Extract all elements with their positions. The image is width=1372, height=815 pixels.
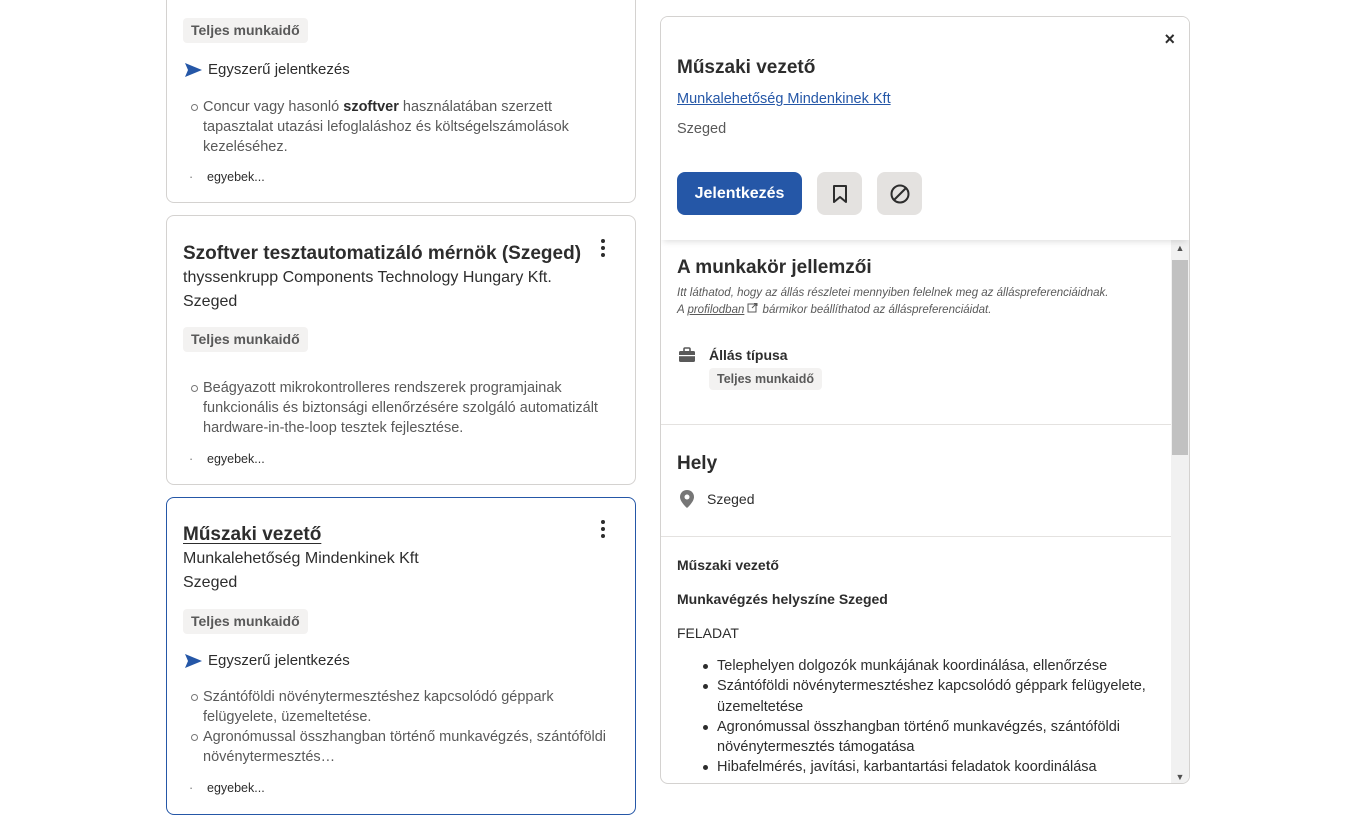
description-list: Telephelyen dolgozók munkájának koordiná… [701,656,1161,778]
snippet-item: Szántóföldi növénytermesztéshez kapcsoló… [191,687,613,727]
preferences-note: Itt láthatod, hogy az állás részletei me… [677,287,1109,316]
job-type-tag: Teljes munkaidő [709,368,823,390]
close-icon[interactable]: × [1164,29,1175,50]
scroll-up-icon[interactable]: ▲ [1171,240,1189,256]
job-snippet: Szántóföldi növénytermesztéshez kapcsoló… [191,687,613,767]
job-snippet: Concur vagy hasonló szoftver használatáb… [191,97,613,157]
description-workplace: Munkavégzés helyszíne Szeged [677,591,888,607]
easy-apply: Egyszerű jelentkezés [185,61,350,78]
scroll-thumb[interactable] [1172,260,1188,455]
job-type-tag: Teljes munkaidő [183,18,308,43]
detail-location: Szeged [677,121,727,137]
snippet-item: Agronómussal összhangban történő munkavé… [191,727,613,767]
job-type-tag: Teljes munkaidő [183,327,308,352]
job-card-selected[interactable]: Műszaki vezető Munkalehetőség Mindenkine… [166,497,636,815]
description-item: Telephelyen dolgozók munkájának koordiná… [701,656,1161,676]
profile-link[interactable]: profilodban [687,304,744,316]
snippet-item: Concur vagy hasonló szoftver használatáb… [191,97,613,157]
job-card[interactable]: Teljes munkaidő Egyszerű jelentkezés Con… [166,0,636,203]
not-interested-button[interactable] [877,172,922,215]
more-link[interactable]: egyebek... [189,781,265,795]
location-pin-icon [680,490,694,508]
detail-company-link[interactable]: Munkalehetőség Mindenkinek Kft [677,91,891,107]
divider [661,536,1171,537]
more-options-icon[interactable] [593,236,613,260]
description-item: Szántóföldi növénytermesztéshez kapcsoló… [701,676,1161,717]
company-name: thyssenkrupp Components Technology Hunga… [183,269,552,286]
send-icon [185,62,202,77]
more-options-icon[interactable] [593,517,613,541]
job-location: Szeged [183,574,238,591]
job-type-tag: Teljes munkaidő [183,609,308,634]
easy-apply-label: Egyszerű jelentkezés [208,652,350,669]
job-details-heading: A munkakör jellemzői [677,257,872,278]
job-snippet: Beágyazott mikrokontrolleres rendszerek … [191,378,613,438]
more-link[interactable]: egyebek... [189,170,265,184]
location-heading: Hely [677,453,718,474]
snippet-item: Beágyazott mikrokontrolleres rendszerek … [191,378,613,438]
job-location: Szeged [183,293,238,310]
job-detail-panel: × Műszaki vezető Munkalehetőség Mindenki… [660,16,1190,784]
bookmark-icon [832,184,847,203]
scroll-down-icon[interactable]: ▼ [1171,769,1189,783]
block-icon [890,184,909,203]
description-item: Hibafelmérés, javítási, karbantartási fe… [701,757,1161,777]
job-title[interactable]: Szoftver tesztautomatizáló mérnök (Szege… [183,243,581,265]
description-item: Agronómussal összhangban történő munkavé… [701,717,1161,758]
external-link-icon [747,302,758,313]
send-icon [185,653,202,668]
description-section: FELADAT [677,625,739,641]
company-name: Munkalehetőség Mindenkinek Kft [183,550,419,567]
job-title[interactable]: Műszaki vezető [183,524,321,546]
divider [661,424,1171,425]
more-link[interactable]: egyebek... [189,452,265,466]
apply-button[interactable]: Jelentkezés [677,172,802,215]
briefcase-icon [679,347,695,362]
scrollbar[interactable]: ▲ ▼ [1171,240,1189,783]
job-type-label: Állás típusa [709,347,788,363]
description-title: Műszaki vezető [677,557,779,573]
easy-apply-label: Egyszerű jelentkezés [208,61,350,78]
location-value: Szeged [707,491,755,507]
detail-job-title: Műszaki vezető [677,57,816,78]
job-card[interactable]: Szoftver tesztautomatizáló mérnök (Szege… [166,215,636,485]
easy-apply: Egyszerű jelentkezés [185,652,350,669]
detail-header: × Műszaki vezető Munkalehetőség Mindenki… [661,17,1189,240]
detail-scroll-area[interactable]: A munkakör jellemzői Itt láthatod, hogy … [661,240,1171,783]
save-job-button[interactable] [817,172,862,215]
